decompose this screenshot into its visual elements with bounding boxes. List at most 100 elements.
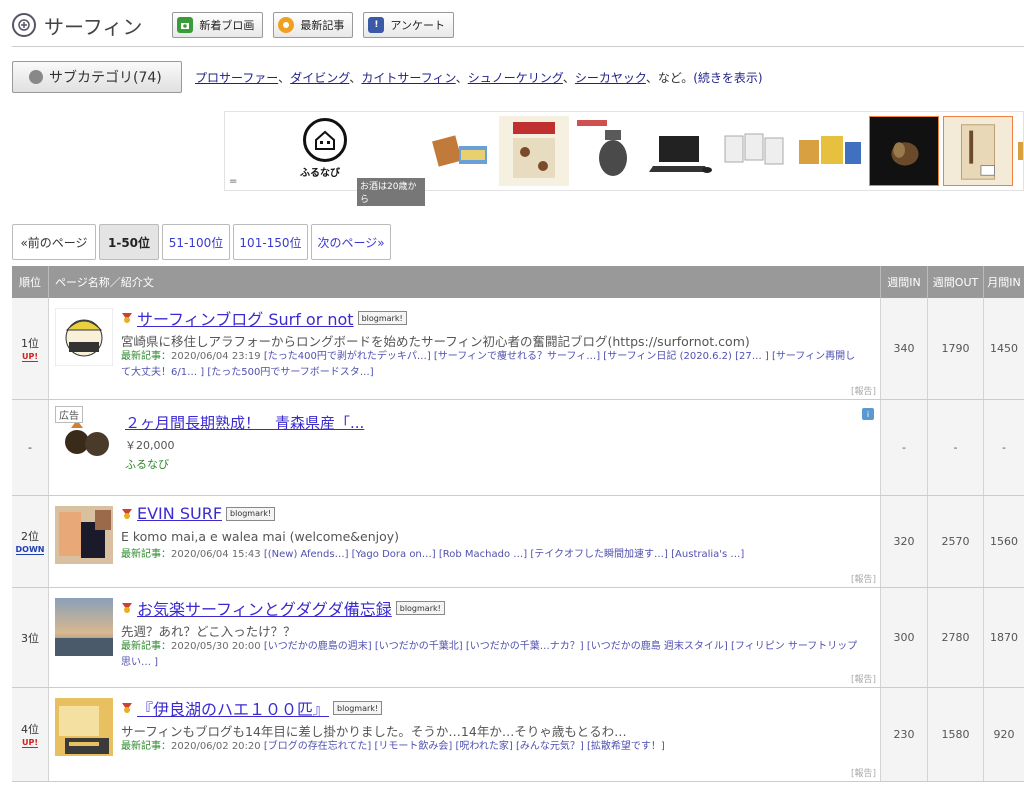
report-link[interactable]: [報告] — [851, 672, 876, 685]
subcat-link-kitesurfing[interactable]: カイトサーフィン — [361, 71, 455, 85]
ad-title-link[interactable]: ２ヶ月間長期熟成！ 青森県産「... — [125, 412, 364, 433]
report-link[interactable]: [報告] — [851, 572, 876, 585]
furunavi-ad[interactable]: ふるなび お酒は20歳から = — [225, 112, 425, 206]
subcat-link-pro-surfer[interactable]: プロサーファー — [195, 71, 278, 85]
subcat-link-diving[interactable]: ダイビング — [290, 71, 349, 85]
product-thumb-garlic[interactable] — [869, 116, 939, 186]
latest-label: 最新記事： — [121, 549, 171, 560]
latest-date: 2020/06/04 15:43 — [171, 549, 261, 560]
show-more-link[interactable]: (続きを表示) — [693, 71, 762, 85]
article-link[interactable]: [リモート飲み会] — [375, 741, 453, 752]
latest-label: 最新記事： — [121, 351, 171, 362]
article-link[interactable]: [ブログの存在忘れてた] — [264, 741, 372, 752]
name-cell: 『伊良湖のハエ１００匹』 blogmark! サーフィンもブログも14年目に差し… — [49, 688, 881, 781]
article-link[interactable]: [呪われた家] — [456, 741, 513, 752]
ad-label: 広告 — [55, 406, 83, 423]
latest-articles: 最新記事：2020/06/02 20:20 [ブログの存在忘れてた] [リモート… — [121, 739, 861, 755]
week-in-value: 230 — [881, 688, 928, 781]
blog-thumbnail[interactable] — [55, 308, 113, 366]
product-thumb-ice-cream[interactable] — [425, 116, 495, 186]
header-name: ページ名称／紹介文 — [49, 266, 881, 298]
eq-mark: = — [229, 176, 238, 187]
page-51-100-button[interactable]: 51-100位 — [162, 224, 230, 260]
new-blog-images-button[interactable]: 新着ブロ画 — [172, 12, 264, 38]
page-1-50-button[interactable]: 1-50位 — [99, 224, 159, 260]
week-out-value: 1790 — [928, 298, 984, 399]
article-link[interactable]: [拡散希望です！] — [587, 741, 665, 752]
article-link[interactable]: [サーフィンで痩せれる？サーフィ…] — [434, 351, 600, 362]
product-thumb-ironware[interactable] — [573, 116, 643, 186]
ad-source: ふるなび — [125, 458, 169, 471]
new-blog-images-label: 新着ブロ画 — [199, 19, 255, 32]
table-row: 2位 DOWN EVIN SURF blogmark! E komo mai,a… — [12, 496, 1024, 588]
blog-title-link[interactable]: サーフィンブログ Surf or not — [137, 306, 354, 330]
article-link[interactable]: [みんな元気？] — [516, 741, 584, 752]
rank-label: - — [28, 441, 32, 454]
blogmark-button[interactable]: blogmark! — [357, 311, 407, 325]
medal-icon — [122, 508, 132, 519]
blog-title-link[interactable]: お気楽サーフィンとグダグダ備忘録 — [137, 596, 392, 620]
blog-thumbnail[interactable] — [55, 698, 113, 756]
blog-description: 先週？あれ？どこ入ったけ？？ — [121, 624, 296, 639]
subcategory-button[interactable]: サブカテゴリ(74) — [12, 61, 182, 93]
latest-date: 2020/06/02 20:20 — [171, 741, 261, 752]
article-link[interactable]: [テイクオフした瞬間加速す…] — [530, 549, 668, 560]
next-page-button[interactable]: 次のページ» — [311, 224, 391, 260]
product-thumb-cards[interactable] — [721, 116, 791, 186]
medal-icon — [122, 703, 132, 713]
subcat-link-sea-kayak[interactable]: シーカヤック — [575, 71, 646, 85]
ad-price: ￥20,000 — [125, 439, 175, 452]
article-link[interactable]: [Rob Machado …] — [439, 549, 527, 560]
article-link[interactable]: [(New) Afends…] — [264, 549, 349, 560]
article-link[interactable]: [いつだかの千葉北] — [375, 641, 463, 652]
page-101-150-button[interactable]: 101-150位 — [233, 224, 308, 260]
exclamation-icon: ! — [368, 17, 385, 33]
article-link[interactable]: [たった500円でサーフボードスタ…] — [207, 367, 373, 378]
new-badge-icon — [278, 17, 295, 33]
blog-thumbnail[interactable] — [55, 506, 113, 564]
article-link[interactable]: [Yago Dora on…] — [352, 549, 436, 560]
article-link[interactable]: [いつだかの鹿島 週末スタイル] — [587, 641, 728, 652]
header-month-in[interactable]: 月間IN — [984, 266, 1024, 298]
header-week-out[interactable]: 週間OUT — [928, 266, 984, 298]
furunavi-brand: ふるなび — [300, 168, 340, 179]
name-cell: サーフィンブログ Surf or not blogmark! 宮崎県に移住しアラ… — [49, 298, 881, 399]
blog-title-link[interactable]: EVIN SURF — [137, 504, 222, 523]
product-thumb-snacks[interactable] — [795, 116, 865, 186]
medal-icon — [122, 313, 132, 323]
header-week-in[interactable]: 週間IN — [881, 266, 928, 298]
prev-page-button[interactable]: «前のページ — [12, 224, 96, 260]
article-link[interactable]: [サーフィン日記 (2020.6.2) [27… ] — [603, 351, 769, 362]
article-link[interactable]: [いつだかの鹿島の週末] — [264, 641, 372, 652]
latest-articles: 最新記事：2020/06/04 23:19 [たった400円で剥がれたデッキパ…… — [121, 349, 861, 381]
latest-date: 2020/05/30 20:00 — [171, 641, 261, 652]
blogmark-button[interactable]: blogmark! — [226, 506, 276, 521]
product-thumb-laptop[interactable] — [647, 116, 717, 186]
week-in-value: 320 — [881, 496, 928, 587]
product-thumb-partial[interactable] — [1017, 116, 1023, 186]
site-logo-icon[interactable] — [12, 13, 36, 37]
article-link[interactable]: [たった400円で剥がれたデッキパ…] — [264, 351, 431, 362]
blogmark-button[interactable]: blogmark! — [333, 701, 383, 715]
subcat-link-snorkeling[interactable]: シュノーケリング — [468, 71, 563, 85]
article-link[interactable]: [Australia's …] — [671, 549, 744, 560]
header-divider — [12, 46, 1024, 47]
product-thumb-subscription[interactable] — [499, 116, 569, 186]
survey-button[interactable]: ! アンケート — [363, 12, 454, 38]
blog-thumbnail[interactable] — [55, 598, 113, 656]
report-link[interactable]: [報告] — [851, 766, 876, 779]
info-icon[interactable]: i — [862, 408, 874, 420]
blogmark-button[interactable]: blogmark! — [395, 601, 445, 615]
article-link[interactable]: [いつだかの千葉…ナカ？] — [466, 641, 584, 652]
age-note: お酒は20歳から — [357, 178, 425, 206]
latest-articles-button[interactable]: 最新記事 — [273, 12, 354, 38]
product-thumb-rice[interactable] — [943, 116, 1013, 186]
latest-articles: 最新記事：2020/06/04 15:43 [(New) Afends…] [Y… — [121, 547, 861, 563]
latest-articles: 最新記事：2020/05/30 20:00 [いつだかの鹿島の週末] [いつだか… — [121, 639, 861, 671]
ad-banner-strip[interactable]: ふるなび お酒は20歳から = — [224, 111, 1024, 206]
blog-title-link[interactable]: 『伊良湖のハエ１００匹』 — [137, 696, 329, 720]
month-in-value: 1560 — [984, 496, 1024, 587]
report-link[interactable]: [報告] — [851, 384, 876, 397]
trend-up-icon: UP! — [21, 352, 38, 362]
rank-cell: 3位 — [12, 588, 49, 687]
